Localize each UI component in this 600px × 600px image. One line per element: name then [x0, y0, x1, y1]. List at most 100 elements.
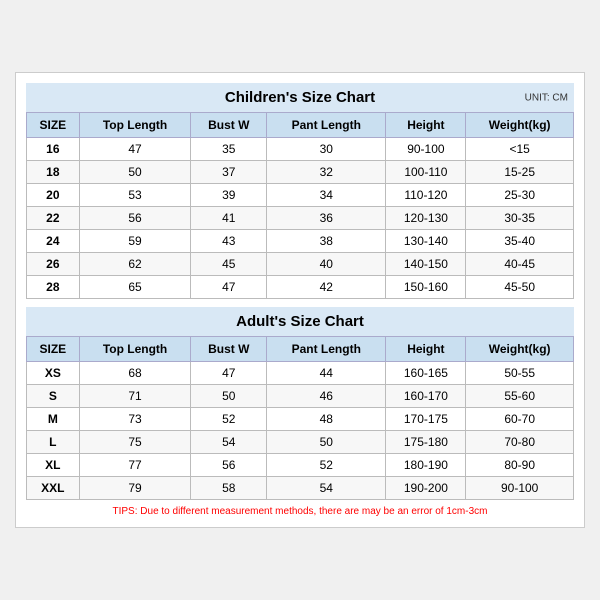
children-table: SIZE Top Length Bust W Pant Length Heigh…: [26, 112, 574, 299]
table-row: 28654742150-16045-50: [27, 276, 574, 299]
table-cell: 30: [267, 138, 386, 161]
table-cell: 62: [79, 253, 191, 276]
table-cell: 25-30: [466, 184, 574, 207]
col-header-size-a: SIZE: [27, 337, 80, 362]
tips-text: TIPS: Due to different measurement metho…: [26, 506, 574, 517]
table-cell: 160-170: [386, 385, 466, 408]
adults-section-title: Adult's Size Chart: [26, 307, 574, 336]
table-cell: 35-40: [466, 230, 574, 253]
table-cell: 50: [191, 385, 267, 408]
table-cell: 16: [27, 138, 80, 161]
table-cell: 54: [267, 477, 386, 500]
table-row: 1647353090-100<15: [27, 138, 574, 161]
table-cell: <15: [466, 138, 574, 161]
table-cell: 39: [191, 184, 267, 207]
col-header-pantlength-a: Pant Length: [267, 337, 386, 362]
table-cell: XXL: [27, 477, 80, 500]
table-cell: 90-100: [466, 477, 574, 500]
table-cell: 40: [267, 253, 386, 276]
table-cell: 45-50: [466, 276, 574, 299]
unit-label: UNIT: CM: [525, 92, 568, 103]
table-cell: 44: [267, 362, 386, 385]
table-cell: L: [27, 431, 80, 454]
col-header-height-c: Height: [386, 113, 466, 138]
children-section-title: Children's Size Chart UNIT: CM: [26, 83, 574, 112]
table-cell: S: [27, 385, 80, 408]
col-header-bustw-c: Bust W: [191, 113, 267, 138]
table-cell: 79: [79, 477, 191, 500]
col-header-height-a: Height: [386, 337, 466, 362]
table-cell: 75: [79, 431, 191, 454]
table-cell: XS: [27, 362, 80, 385]
col-header-bustw-a: Bust W: [191, 337, 267, 362]
table-cell: 180-190: [386, 454, 466, 477]
table-row: 26624540140-15040-45: [27, 253, 574, 276]
table-cell: 190-200: [386, 477, 466, 500]
table-cell: 40-45: [466, 253, 574, 276]
table-cell: 35: [191, 138, 267, 161]
table-cell: 90-100: [386, 138, 466, 161]
children-header-row: SIZE Top Length Bust W Pant Length Heigh…: [27, 113, 574, 138]
table-cell: 68: [79, 362, 191, 385]
table-cell: 50-55: [466, 362, 574, 385]
table-cell: 160-165: [386, 362, 466, 385]
table-cell: 38: [267, 230, 386, 253]
table-cell: 42: [267, 276, 386, 299]
adults-header-row: SIZE Top Length Bust W Pant Length Heigh…: [27, 337, 574, 362]
table-cell: 100-110: [386, 161, 466, 184]
col-header-pantlength-c: Pant Length: [267, 113, 386, 138]
table-row: XS684744160-16550-55: [27, 362, 574, 385]
table-cell: 56: [191, 454, 267, 477]
table-cell: 28: [27, 276, 80, 299]
table-cell: 77: [79, 454, 191, 477]
table-cell: 110-120: [386, 184, 466, 207]
table-row: 24594338130-14035-40: [27, 230, 574, 253]
table-cell: 52: [267, 454, 386, 477]
table-cell: 80-90: [466, 454, 574, 477]
table-cell: 65: [79, 276, 191, 299]
table-cell: 175-180: [386, 431, 466, 454]
table-cell: 20: [27, 184, 80, 207]
table-cell: 150-160: [386, 276, 466, 299]
table-cell: XL: [27, 454, 80, 477]
table-cell: 50: [267, 431, 386, 454]
adults-table: SIZE Top Length Bust W Pant Length Heigh…: [26, 336, 574, 500]
col-header-weight-a: Weight(kg): [466, 337, 574, 362]
col-header-toplength-a: Top Length: [79, 337, 191, 362]
col-header-weight-c: Weight(kg): [466, 113, 574, 138]
table-cell: 43: [191, 230, 267, 253]
table-cell: 50: [79, 161, 191, 184]
table-cell: 15-25: [466, 161, 574, 184]
table-cell: 37: [191, 161, 267, 184]
table-cell: 32: [267, 161, 386, 184]
table-cell: 140-150: [386, 253, 466, 276]
table-cell: 30-35: [466, 207, 574, 230]
table-row: 22564136120-13030-35: [27, 207, 574, 230]
table-cell: 58: [191, 477, 267, 500]
table-row: M735248170-17560-70: [27, 408, 574, 431]
table-cell: 52: [191, 408, 267, 431]
table-cell: 170-175: [386, 408, 466, 431]
table-cell: 41: [191, 207, 267, 230]
table-cell: 36: [267, 207, 386, 230]
table-cell: 56: [79, 207, 191, 230]
table-cell: 59: [79, 230, 191, 253]
table-cell: 24: [27, 230, 80, 253]
table-cell: 48: [267, 408, 386, 431]
table-cell: 18: [27, 161, 80, 184]
table-cell: 53: [79, 184, 191, 207]
table-cell: 34: [267, 184, 386, 207]
col-header-size-c: SIZE: [27, 113, 80, 138]
table-row: XL775652180-19080-90: [27, 454, 574, 477]
table-cell: 47: [191, 362, 267, 385]
table-cell: 47: [191, 276, 267, 299]
table-row: 20533934110-12025-30: [27, 184, 574, 207]
table-cell: 26: [27, 253, 80, 276]
adults-title-text: Adult's Size Chart: [236, 313, 364, 330]
table-cell: M: [27, 408, 80, 431]
table-row: L755450175-18070-80: [27, 431, 574, 454]
table-cell: 130-140: [386, 230, 466, 253]
table-cell: 55-60: [466, 385, 574, 408]
table-cell: 47: [79, 138, 191, 161]
table-row: XXL795854190-20090-100: [27, 477, 574, 500]
